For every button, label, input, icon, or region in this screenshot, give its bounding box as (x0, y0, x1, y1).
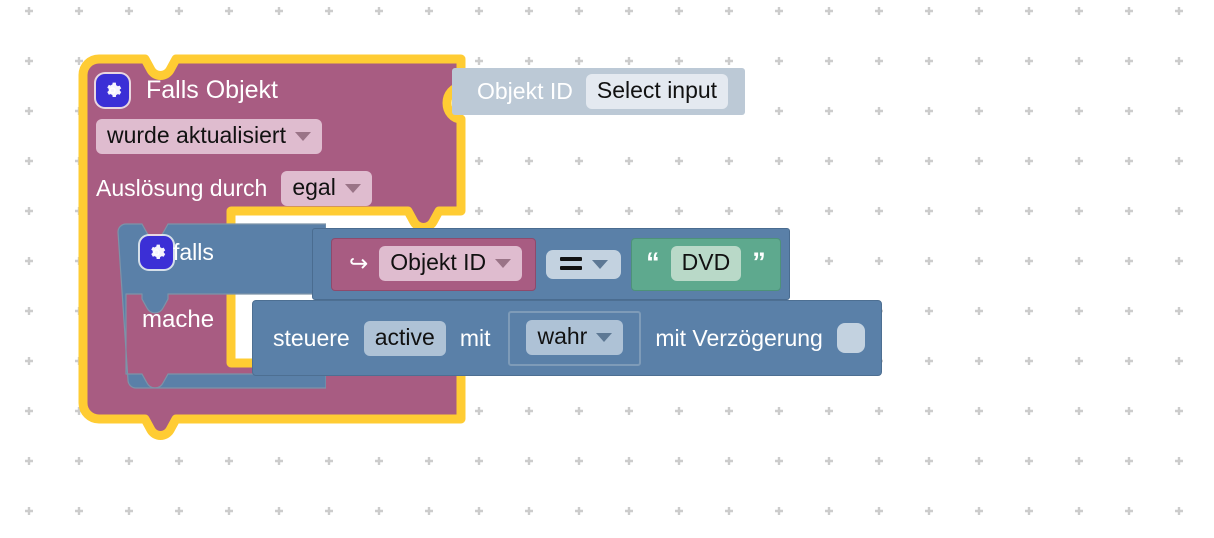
steuere-verb-label: steuere (273, 324, 350, 351)
close-quote-icon: ” (752, 247, 766, 278)
string-value: DVD (681, 248, 731, 275)
select-input-field[interactable]: Select input (585, 74, 729, 109)
chevron-down-icon (592, 259, 609, 269)
event-title-row: Falls Objekt (96, 69, 456, 111)
chevron-down-icon (495, 258, 512, 268)
event-cause-row: Auslösung durch egal (96, 168, 456, 208)
event-title-label: Falls Objekt (146, 75, 278, 104)
chevron-down-icon (596, 332, 613, 342)
if-label: falls (173, 239, 214, 265)
objekt-id-label: Objekt ID (477, 78, 573, 104)
event-block-rows: Falls Objekt wurde aktualisiert Auslösun… (96, 69, 456, 208)
arrow-hook-icon: ↪ (349, 249, 369, 276)
do-label: mache (142, 306, 215, 333)
blockly-workspace[interactable]: Falls Objekt wurde aktualisiert Auslösun… (0, 0, 1214, 538)
steuere-statement-block[interactable]: steuere active mit wahr mit Verzögerung (252, 300, 882, 376)
trigger-dropdown-value: wurde aktualisiert (107, 121, 286, 148)
gear-icon[interactable] (96, 73, 129, 107)
steuere-with-label: mit (459, 324, 491, 351)
steuere-target-value: active (374, 323, 435, 350)
chevron-down-icon (344, 183, 361, 193)
select-input-value: Select input (596, 77, 718, 103)
logic-compare-block[interactable]: ↪ Objekt ID = “ DVD ” (312, 228, 790, 300)
delay-label: mit Verzögerung (655, 324, 823, 351)
do-row: mache (142, 308, 214, 332)
objekt-id-variable-block[interactable]: ↪ Objekt ID (331, 237, 537, 291)
steuere-target-field[interactable]: active (363, 320, 446, 356)
variable-dropdown-value: Objekt ID (390, 248, 487, 275)
objekt-id-value-block[interactable]: Objekt ID Select input (452, 68, 746, 115)
text-string-block[interactable]: “ DVD ” (631, 237, 781, 291)
event-cause-label: Auslösung durch (96, 174, 268, 201)
cause-dropdown[interactable]: egal (281, 170, 372, 206)
boolean-dropdown-value: wahr (537, 322, 588, 349)
boolean-dropdown[interactable]: wahr (526, 319, 624, 355)
string-value-field[interactable]: DVD (670, 245, 742, 281)
trigger-dropdown[interactable]: wurde aktualisiert (96, 118, 322, 154)
cause-dropdown-value: egal (292, 173, 336, 200)
open-quote-icon: “ (646, 247, 660, 278)
event-trigger-row: wurde aktualisiert (96, 116, 456, 156)
delay-checkbox[interactable] (836, 323, 865, 353)
chevron-down-icon (294, 131, 311, 141)
equals-icon (560, 256, 583, 270)
if-header-row: falls (140, 236, 214, 269)
variable-dropdown[interactable]: Objekt ID (379, 245, 523, 281)
operator-dropdown[interactable]: = (546, 249, 622, 279)
boolean-value-socket[interactable]: wahr (508, 310, 642, 366)
gear-icon[interactable] (140, 236, 173, 269)
